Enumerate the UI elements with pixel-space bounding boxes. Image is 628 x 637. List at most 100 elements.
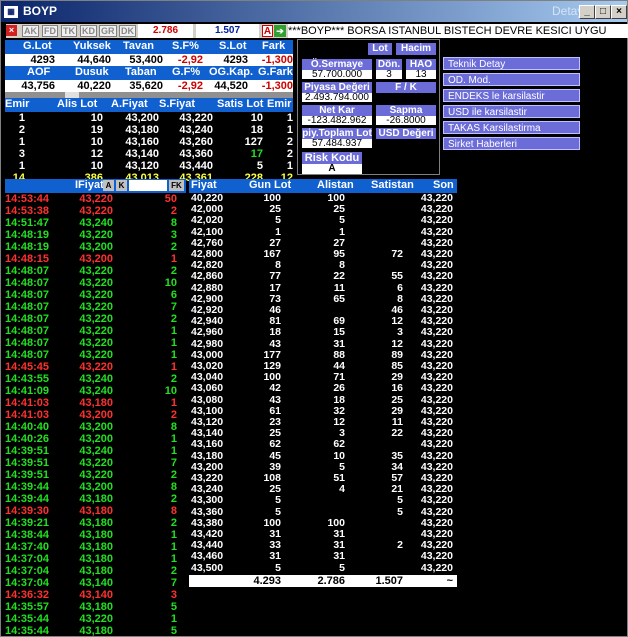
level-cell: 62: [269, 438, 281, 451]
tab-dk[interactable]: DK: [119, 25, 136, 37]
level-cell: 43,160: [191, 438, 224, 451]
header-son: Son: [433, 179, 454, 191]
trade-row: 14:37:04 43,180 1: [5, 553, 186, 565]
header-ogkap: OG.Kap.: [209, 66, 254, 78]
summary-row-2: 43,756 40,220 35,620 -2,92 44,520 -1,300: [5, 80, 293, 92]
tab-gr[interactable]: GR: [99, 25, 117, 37]
trade-row: 14:48:07 43,220 2: [5, 265, 186, 277]
level-row: 42,100 1 1 43,220: [189, 225, 457, 238]
total-son: ~: [446, 575, 453, 587]
risk-value: A: [302, 164, 362, 174]
level-cell: 16: [391, 382, 403, 395]
a-button[interactable]: A: [262, 25, 273, 37]
trade-row: 14:39:44 43,180 2: [5, 493, 186, 505]
level-cell: 43,220: [420, 494, 453, 507]
level-cell: 5: [275, 214, 281, 227]
osermaye-value: 57.700.000: [302, 70, 372, 80]
menu-item[interactable]: TAKAS Karsilastirma: [443, 121, 580, 134]
lot-field: 1.507: [196, 24, 259, 38]
level-cell: 42,020: [191, 214, 224, 227]
header-emir-ask: Emir: [267, 98, 292, 110]
depth-row: 1 10 43,160 43,260 127 2: [5, 136, 293, 148]
menu-item[interactable]: USD ile karsilastir: [443, 105, 580, 118]
usd-label: USD Değeri: [376, 128, 436, 139]
trade-row: 14:48:15 43,200 1: [5, 253, 186, 265]
trade-row: 14:41:03 43,200 2: [5, 409, 186, 421]
minimize-button[interactable]: _: [579, 5, 595, 19]
level-row: 43,360 5 5 43,220: [189, 506, 457, 518]
level-cell: 42,880: [191, 281, 224, 294]
window-title: BOYP: [23, 4, 58, 18]
level-row: 42,900 73 65 8 43,220: [189, 292, 457, 305]
level-cell: 43,220: [420, 214, 453, 227]
level-row: 43,380 100 100 43,220: [189, 517, 457, 529]
level-cell: 12: [333, 416, 345, 428]
header-fiyat: Fiyat: [191, 179, 217, 191]
hacim-button[interactable]: Hacim: [396, 43, 436, 55]
close-button[interactable]: ×: [611, 5, 627, 19]
level-row: 43,120 23 12 11 43,220: [189, 417, 457, 428]
header-dusuk: Dusuk: [75, 66, 109, 78]
level-cell: 17: [269, 281, 281, 294]
level-cell: 43,500: [191, 561, 224, 574]
menu-item[interactable]: OD. Mod.: [443, 73, 580, 86]
level-cell: 42,980: [191, 337, 224, 350]
header-alistan: Alistan: [317, 179, 354, 191]
a-filter-icon[interactable]: A: [103, 180, 114, 191]
level-cell: 43: [269, 393, 281, 406]
menu-item[interactable]: Teknik Detay: [443, 57, 580, 70]
tab-tk[interactable]: TK: [61, 25, 77, 37]
maximize-button[interactable]: □: [595, 5, 611, 19]
level-cell: 22: [391, 427, 403, 440]
level-row: 43,080 43 18 25 43,220: [189, 393, 457, 406]
level-cell: 65: [333, 292, 345, 305]
toplamlot-value: 57.484.937: [302, 139, 372, 149]
level-cell: 5: [275, 561, 281, 574]
tab-ak[interactable]: AK: [22, 25, 39, 37]
fk-filter-icon[interactable]: FK: [169, 180, 184, 191]
trade-row: 14:36:32 43,140 3: [5, 589, 186, 601]
header-ifiyat: IFiyat: [75, 179, 104, 191]
level-cell: 35: [391, 449, 403, 462]
level-row: 42,980 43 31 12 43,220: [189, 337, 457, 350]
arrow-right-icon[interactable]: ➔: [274, 25, 286, 37]
trade-row: 14:39:51 43,240 1: [5, 445, 186, 457]
level-cell: 1: [339, 225, 345, 238]
menu-item[interactable]: Sirket Haberleri: [443, 137, 580, 150]
level-cell: 42,100: [191, 225, 224, 238]
news-ticker: ***BOYP*** BORSA ISTANBUL BISTECH DEVRE …: [288, 24, 628, 38]
depth-row: 3 12 43,140 43,360 17 2: [5, 148, 293, 160]
level-cell: 43,060: [191, 382, 224, 395]
level-cell: 43,220: [420, 225, 453, 238]
tab-kd[interactable]: KD: [80, 25, 97, 37]
close-icon[interactable]: ×: [6, 25, 17, 36]
lot-button[interactable]: Lot: [368, 43, 392, 55]
trade-row: 14:41:03 43,180 1: [5, 397, 186, 409]
trade-price: 43,180: [79, 625, 113, 637]
level-cell: 43,220: [420, 326, 453, 339]
level-cell: 5: [339, 561, 345, 574]
level-row: 42,820 8 8 43,220: [189, 260, 457, 271]
piyasa-value: 2.493.794.000: [302, 93, 372, 103]
trade-row: 14:37:04 43,140 7: [5, 577, 186, 589]
level-row: 42,960 18 15 3 43,220: [189, 327, 457, 338]
level-cell: 42: [269, 382, 281, 395]
k-filter-icon[interactable]: K: [116, 180, 127, 191]
level-cell: 3: [397, 326, 403, 339]
level-cell: 43,220: [420, 561, 453, 574]
trade-row: 14:38:44 43,180 1: [5, 529, 186, 541]
trade-row: 14:48:07 43,220 7: [5, 301, 186, 313]
toolbar: × AK FD TK KD GR DK 2.786 1.507 A ➔ ***B…: [6, 24, 628, 38]
level-cell: 31: [333, 550, 345, 563]
trade-row: 14:48:07 43,220 6: [5, 289, 186, 301]
title-bar: ▦ BOYP Detay _ □ ×: [1, 1, 627, 22]
level-cell: 43,220: [420, 550, 453, 563]
tab-fd[interactable]: FD: [42, 25, 58, 37]
fk-label: F / K: [376, 82, 436, 93]
sapma-value: -26.8000: [376, 116, 436, 126]
level-cell: 51: [333, 472, 345, 484]
menu-item[interactable]: ENDEKS le karsilastir: [443, 89, 580, 102]
level-row: 43,020 129 44 85 43,220: [189, 361, 457, 372]
level-cell: 11: [333, 281, 345, 294]
filter-input[interactable]: [129, 180, 167, 191]
